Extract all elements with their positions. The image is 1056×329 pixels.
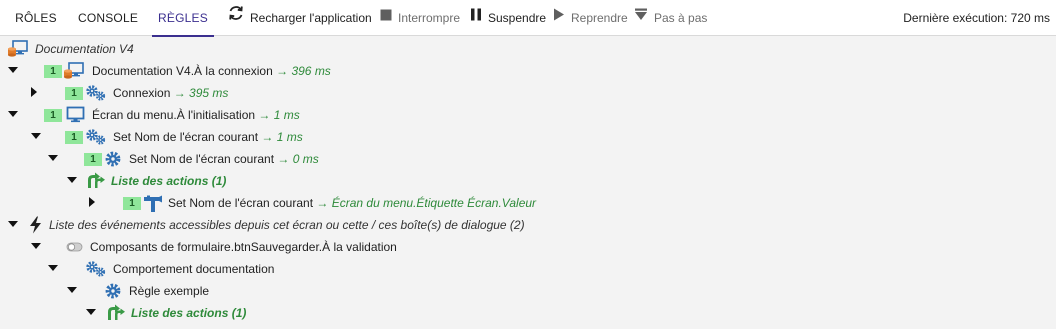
tree-node-label: Documentation V4 <box>35 42 134 56</box>
tree-node-label: Connexion → 395 ms <box>113 86 229 100</box>
tree-node-label: Documentation V4.À la connexion → 396 ms <box>92 64 331 78</box>
actions-icon <box>106 304 125 322</box>
tree-node-label: Écran du menu.À l'initialisation → 1 ms <box>92 108 300 122</box>
tree-node-label: Set Nom de l'écran courant → 0 ms <box>129 152 319 166</box>
pause-icon <box>470 0 482 36</box>
stop-icon <box>380 0 392 36</box>
gears-icon <box>85 260 106 278</box>
expand-toggle[interactable] <box>89 197 95 207</box>
tree-node-label: Liste des actions (1) <box>111 174 227 188</box>
tree-node-label: Liste des événements accessibles depuis … <box>49 218 525 232</box>
tab-regles[interactable]: RÈGLES <box>152 0 214 37</box>
last-execution: Dernière exécution: 720 ms <box>903 11 1050 25</box>
collapse-toggle[interactable] <box>48 265 58 271</box>
step-button[interactable]: Pas à pas <box>634 0 707 36</box>
hit-count-badge: 1 <box>123 197 141 210</box>
suspend-label: Suspendre <box>488 11 547 25</box>
reload-label: Recharger l'application <box>250 11 372 25</box>
collapse-toggle[interactable] <box>8 67 18 73</box>
gear-icon <box>104 150 122 168</box>
hit-count-badge: 1 <box>65 87 83 100</box>
expand-toggle[interactable] <box>31 87 37 97</box>
collapse-toggle[interactable] <box>31 133 41 139</box>
hit-count-badge: 1 <box>65 131 83 144</box>
collapse-toggle[interactable] <box>8 221 18 227</box>
tree-node-label: Comportement documentation <box>113 262 275 276</box>
collapse-toggle[interactable] <box>67 287 77 293</box>
tree-node-label: Set Nom de l'écran courant → 1 ms <box>113 130 303 144</box>
toolbar: RÔLES CONSOLE RÈGLES Recharger l'applica… <box>0 0 1056 37</box>
tree-node-label: Liste des actions (1) <box>131 306 247 320</box>
hit-count-badge: 1 <box>84 153 102 166</box>
app-icon <box>7 40 28 58</box>
reload-icon <box>228 0 244 36</box>
play-icon <box>553 0 565 36</box>
hit-count-badge: 1 <box>44 65 62 78</box>
screen-icon <box>66 106 85 124</box>
tab-console[interactable]: CONSOLE <box>72 0 144 36</box>
tree-node-label: Set Nom de l'écran courant → Écran du me… <box>168 196 537 210</box>
lightning-icon <box>28 216 46 234</box>
gears-icon <box>85 128 106 146</box>
collapse-toggle[interactable] <box>86 309 96 315</box>
hammer-icon <box>143 194 162 212</box>
collapse-toggle[interactable] <box>48 155 58 161</box>
resume-button[interactable]: Reprendre <box>553 0 628 36</box>
tree-node-label: Règle exemple <box>129 284 210 298</box>
tree-node-label: Composants de formulaire.btnSauvegarder.… <box>90 240 397 254</box>
app-icon <box>63 62 84 80</box>
collapse-toggle[interactable] <box>67 177 77 183</box>
actions-icon <box>86 172 105 190</box>
step-icon <box>634 0 648 36</box>
interrupt-label: Interrompre <box>398 11 461 25</box>
gear-icon <box>104 282 122 300</box>
collapse-toggle[interactable] <box>31 243 41 249</box>
gears-icon <box>85 84 106 102</box>
toggle-switch-icon <box>66 238 84 256</box>
reload-button[interactable]: Recharger l'application <box>228 0 372 36</box>
collapse-toggle[interactable] <box>8 111 18 117</box>
suspend-button[interactable]: Suspendre <box>470 0 546 36</box>
resume-label: Reprendre <box>571 11 628 25</box>
step-label: Pas à pas <box>654 11 708 25</box>
hit-count-badge: 1 <box>44 109 62 122</box>
interrupt-button[interactable]: Interrompre <box>380 0 460 36</box>
tab-roles[interactable]: RÔLES <box>8 0 64 36</box>
